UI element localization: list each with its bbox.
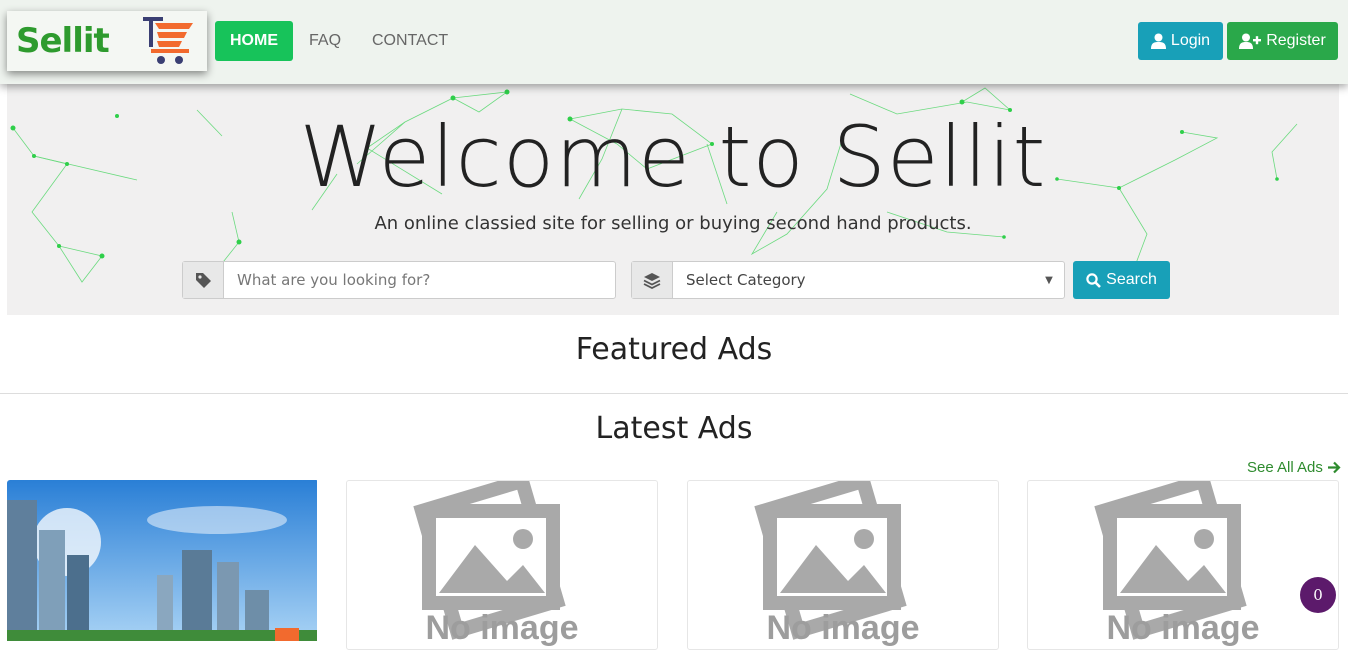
ad-card[interactable] xyxy=(7,480,319,650)
layers-icon xyxy=(632,262,673,298)
logo-text: Sellit xyxy=(16,21,110,61)
nav-home[interactable]: HOME xyxy=(215,21,293,61)
logo[interactable]: Sellit xyxy=(7,11,207,71)
featured-ads-title: Featured Ads xyxy=(575,332,773,367)
hero-subtitle: An online classied site for selling or b… xyxy=(374,213,972,234)
arrow-right-icon xyxy=(1327,461,1341,474)
latest-ads-title: Latest Ads xyxy=(595,411,753,446)
navbar: Sellit HOME FAQ CONTACT Login Register xyxy=(0,0,1348,84)
search-button-label: Search xyxy=(1106,271,1157,288)
see-all-ads-link[interactable]: See All Ads xyxy=(1247,459,1341,476)
category-select-group: Select Category ▼ xyxy=(631,261,1065,299)
tag-icon xyxy=(183,262,224,298)
search-icon xyxy=(1086,272,1102,288)
nav-faq[interactable]: FAQ xyxy=(309,21,341,61)
see-all-label: See All Ads xyxy=(1247,459,1323,476)
register-button[interactable]: Register xyxy=(1227,22,1338,60)
search-button[interactable]: Search xyxy=(1073,261,1170,299)
nav-contact[interactable]: CONTACT xyxy=(372,21,448,61)
ad-card[interactable]: No image xyxy=(1027,480,1339,650)
no-image-label: No image xyxy=(766,609,920,647)
keyword-search-group: What are you looking for? xyxy=(182,261,616,299)
chevron-down-icon[interactable]: ▼ xyxy=(1034,262,1064,298)
login-button[interactable]: Login xyxy=(1138,22,1223,60)
register-label: Register xyxy=(1266,32,1326,49)
section-divider xyxy=(0,393,1348,394)
login-label: Login xyxy=(1170,32,1211,49)
user-plus-icon xyxy=(1239,33,1262,49)
ad-image-city xyxy=(7,480,317,641)
ad-card[interactable]: No image xyxy=(346,480,658,650)
category-select[interactable]: Select Category xyxy=(673,262,1034,298)
shopping-cart-icon xyxy=(143,17,193,64)
ad-card[interactable]: No image xyxy=(687,480,999,650)
chat-badge[interactable]: 0 xyxy=(1300,577,1336,613)
hero-title: Welcome to Sellit xyxy=(299,108,1047,206)
user-icon xyxy=(1150,33,1166,49)
no-image-label: No image xyxy=(1106,609,1260,647)
no-image-label: No image xyxy=(425,609,579,647)
search-input[interactable]: What are you looking for? xyxy=(224,262,615,298)
